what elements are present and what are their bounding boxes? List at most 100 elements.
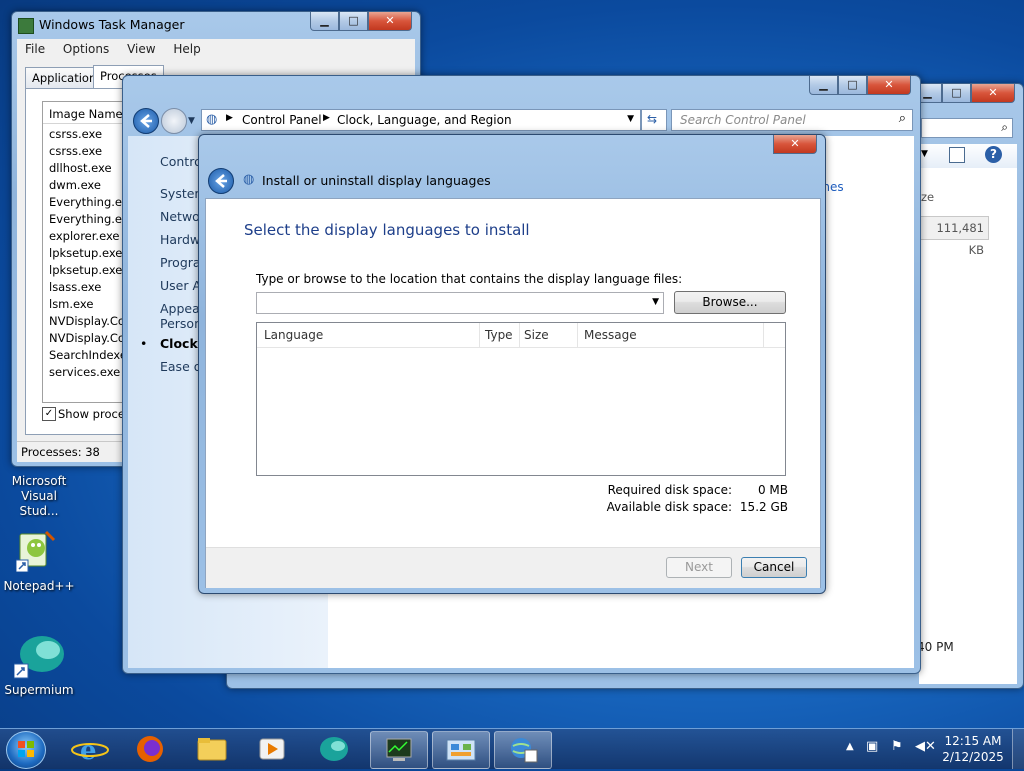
chevron-down-icon[interactable]: ▼ [652,297,659,307]
maximize-button[interactable]: □ [339,12,368,31]
dialog-content: Select the display languages to install … [205,198,821,588]
process-row[interactable]: NVDisplay.Co... [43,313,136,330]
close-button[interactable]: ✕ [867,76,911,95]
process-row[interactable]: csrss.exe [43,143,133,160]
notepadpp-desktop-icon[interactable] [15,530,56,573]
dialog-close-button[interactable]: ✕ [773,135,817,154]
address-dropdown-icon[interactable]: ▼ [627,114,634,124]
process-row[interactable]: lsass.exe [43,279,133,296]
taskbar-control-panel[interactable] [432,731,490,769]
forward-button[interactable] [161,108,187,134]
desktop-icon-notepadpp-label[interactable]: Notepad++ [2,579,76,593]
search-icon: ⌕ [898,111,906,126]
taskbar-media-player[interactable] [244,731,300,767]
column-size[interactable]: Size [524,323,549,347]
back-side-text-1: ze [921,190,935,204]
browse-button[interactable]: Browse... [674,291,786,314]
show-desktop-button[interactable] [1012,729,1024,769]
back-button[interactable] [133,108,159,134]
process-row[interactable]: Everything.exe [43,194,135,211]
path-label: Type or browse to the location that cont… [256,272,683,286]
process-count: Processes: 38 [21,445,100,459]
show-processes-checkbox[interactable]: ✓ [42,407,56,421]
internet-explorer-icon: e [71,736,109,766]
process-row[interactable]: lpksetup.exe [43,262,133,279]
action-center-flag-icon[interactable]: ⚑ [891,739,903,754]
cancel-button[interactable]: Cancel [741,557,807,578]
close-button[interactable]: ✕ [368,12,412,31]
required-disk-value: 0 MB [757,483,788,497]
network-icon[interactable]: ▣ [866,739,878,754]
language-list[interactable]: Language Type Size Message [256,322,786,476]
folder-icon [197,738,227,761]
process-rows: csrss.exe csrss.exe dllhost.exe dwm.exe Ever… [43,126,138,381]
show-hidden-icons-button[interactable]: ▲ [846,741,854,752]
minimize-button[interactable]: ▁ [310,12,339,31]
taskbar-supermium[interactable] [306,731,362,767]
help-icon[interactable]: ? [985,146,1002,163]
process-row[interactable]: lsm.exe [43,296,133,313]
next-button[interactable]: Next [666,557,732,578]
taskbar-language-dialog[interactable] [494,731,552,769]
dropdown-icon[interactable]: ▼ [921,149,928,159]
menu-file[interactable]: File [25,42,45,56]
process-row[interactable]: explorer.exe [43,228,133,245]
menu-help[interactable]: Help [173,42,200,56]
clock[interactable]: 12:15 AM 2/12/2025 [942,733,1004,765]
address-bar[interactable]: ◍ ▶ Control Panel ▶ Clock, Language, and… [201,109,641,131]
desktop-icon-supermium-label[interactable]: Supermium [2,683,76,697]
task-manager-title: Windows Task Manager [39,17,185,32]
column-type[interactable]: Type [485,323,513,347]
process-list[interactable]: Image Name csrss.exe csrss.exe dllhost.exe… [42,101,138,403]
process-row[interactable]: services.exe [43,364,133,381]
refresh-icon: ⇆ [647,112,658,126]
process-row[interactable]: SearchIndexe... [43,347,138,364]
path-combobox[interactable]: ▼ [256,292,664,314]
chevron-right-icon: ▶ [323,113,330,123]
clock-date: 2/12/2025 [942,750,1004,764]
control-panel-icon [446,739,476,761]
process-row[interactable]: dllhost.exe [43,160,133,177]
pane-icon[interactable] [949,147,965,163]
minimize-button[interactable]: ▁ [809,76,838,95]
process-row[interactable]: NVDisplay.Co... [43,330,136,347]
menu-options[interactable]: Options [63,42,109,56]
chevron-right-icon: ▶ [226,113,233,123]
dialog-footer: Next Cancel [206,547,820,588]
column-image-name[interactable]: Image Name [43,102,133,124]
search-box[interactable]: Search Control Panel ⌕ [671,109,913,131]
volume-muted-icon[interactable]: ◀✕ [915,739,936,754]
language-globe-icon: ◍ [243,172,255,187]
maximize-button[interactable]: □ [942,84,971,103]
column-message[interactable]: Message [584,323,637,347]
language-globe-icon [511,738,538,763]
display-languages-dialog[interactable]: ✕ ◍ Install or uninstall display languag… [198,134,826,594]
recent-pages-dropdown-icon[interactable]: ▼ [188,116,195,126]
column-language[interactable]: Language [264,323,323,347]
taskbar-explorer[interactable] [184,731,240,767]
taskbar-internet-explorer[interactable]: e [62,731,118,767]
breadcrumb-control-panel[interactable]: Control Panel [242,113,322,127]
desktop-icon-visual-studio-label[interactable]: Microsoft Visual Stud... [4,474,74,519]
back-toolbar: ▼ ? [919,144,1017,168]
dialog-back-button[interactable] [208,168,234,194]
refresh-button[interactable]: ⇆ [641,109,667,131]
taskbar-firefox[interactable] [122,731,178,767]
media-player-icon [259,738,285,760]
maximize-button[interactable]: □ [838,76,867,95]
available-disk-value: 15.2 GB [739,500,788,514]
supermium-icon [320,737,348,761]
start-button[interactable] [6,731,46,769]
back-search-box[interactable]: ⌕ [921,118,1013,138]
process-row[interactable]: lpksetup.exe [43,245,133,262]
menu-view[interactable]: View [127,42,155,56]
task-manager-icon [18,18,34,34]
close-button[interactable]: ✕ [971,84,1015,103]
taskbar-task-manager[interactable] [370,731,428,769]
required-disk-label: Required disk space: [607,483,732,497]
process-row[interactable]: dwm.exe [43,177,133,194]
breadcrumb-clock-language-region[interactable]: Clock, Language, and Region [337,113,512,127]
process-row[interactable]: Everything.exe [43,211,135,228]
supermium-desktop-icon[interactable] [13,632,64,682]
process-row[interactable]: csrss.exe [43,126,133,143]
